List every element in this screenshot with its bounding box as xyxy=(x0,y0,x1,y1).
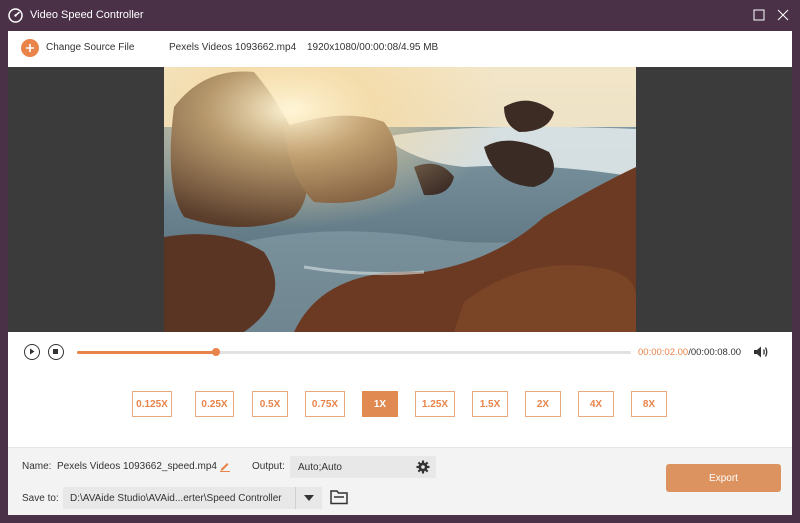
output-settings: Name: Pexels Videos 1093662_speed.mp4 Ou… xyxy=(8,447,792,515)
speed-options: 0.125X 0.25X 0.5X 0.75X 1X 1.25X 1.5X 2X 4X 8X xyxy=(8,372,792,447)
maximize-icon[interactable] xyxy=(752,8,766,22)
save-path-field[interactable]: D:\AVAide Studio\AVAid...erter\Speed Con… xyxy=(63,487,322,509)
title-bar: Video Speed Controller xyxy=(0,0,800,31)
speed-button-0-5x[interactable]: 0.5X xyxy=(252,391,288,417)
progress-handle[interactable] xyxy=(211,348,220,356)
stop-icon xyxy=(53,349,58,354)
video-frame[interactable] xyxy=(164,67,636,332)
speed-button-1x[interactable]: 1X xyxy=(362,391,398,417)
speed-button-0-75x[interactable]: 0.75X xyxy=(305,391,345,417)
progress-track[interactable] xyxy=(77,348,631,356)
main-panel: Change Source File Pexels Videos 1093662… xyxy=(8,31,792,515)
speed-button-0-125x[interactable]: 0.125X xyxy=(132,391,172,417)
progress-fill xyxy=(77,350,216,354)
gear-icon[interactable] xyxy=(416,460,430,474)
time-readout: 00:00:02.00/00:00:08.00 xyxy=(638,347,741,358)
speed-button-0-25x[interactable]: 0.25X xyxy=(195,391,234,417)
total-time: /00:00:08.00 xyxy=(688,347,742,358)
name-label: Name: xyxy=(22,461,52,472)
volume-icon[interactable] xyxy=(753,345,769,359)
save-to-label: Save to: xyxy=(22,493,59,504)
play-button[interactable] xyxy=(24,344,40,360)
save-path-value: D:\AVAide Studio\AVAid...erter\Speed Con… xyxy=(70,493,282,504)
divider xyxy=(295,487,296,509)
change-source-file-link[interactable]: Change Source File xyxy=(46,42,134,53)
source-file-info: 1920x1080/00:00:08/4.95 MB xyxy=(307,42,439,53)
close-icon[interactable] xyxy=(776,8,790,22)
source-bar: Change Source File Pexels Videos 1093662… xyxy=(8,31,792,67)
speedometer-icon xyxy=(8,8,23,23)
output-label: Output: xyxy=(252,461,285,472)
plus-icon xyxy=(26,44,34,52)
current-time: 00:00:02.00 xyxy=(638,347,689,358)
speed-button-1-25x[interactable]: 1.25X xyxy=(415,391,455,417)
speed-button-4x[interactable]: 4X xyxy=(578,391,614,417)
pencil-icon[interactable] xyxy=(219,460,231,472)
speed-button-1-5x[interactable]: 1.5X xyxy=(472,391,508,417)
playback-controls: 00:00:02.00/00:00:08.00 xyxy=(8,332,792,372)
window-title: Video Speed Controller xyxy=(30,9,144,21)
video-thumbnail xyxy=(164,67,636,332)
export-button[interactable]: Export xyxy=(666,464,781,492)
output-file-name: Pexels Videos 1093662_speed.mp4 xyxy=(57,461,217,472)
add-source-button[interactable] xyxy=(21,39,39,57)
speed-button-8x[interactable]: 8X xyxy=(631,391,667,417)
folder-icon[interactable] xyxy=(330,489,348,505)
video-preview-area xyxy=(8,67,792,332)
stop-button[interactable] xyxy=(48,344,64,360)
dropdown-arrow-icon[interactable] xyxy=(304,495,314,501)
source-file-name: Pexels Videos 1093662.mp4 xyxy=(169,42,297,53)
output-format-value: Auto;Auto xyxy=(298,462,342,473)
speed-button-2x[interactable]: 2X xyxy=(525,391,561,417)
play-icon xyxy=(30,348,35,355)
output-format-field[interactable]: Auto;Auto xyxy=(290,456,436,478)
